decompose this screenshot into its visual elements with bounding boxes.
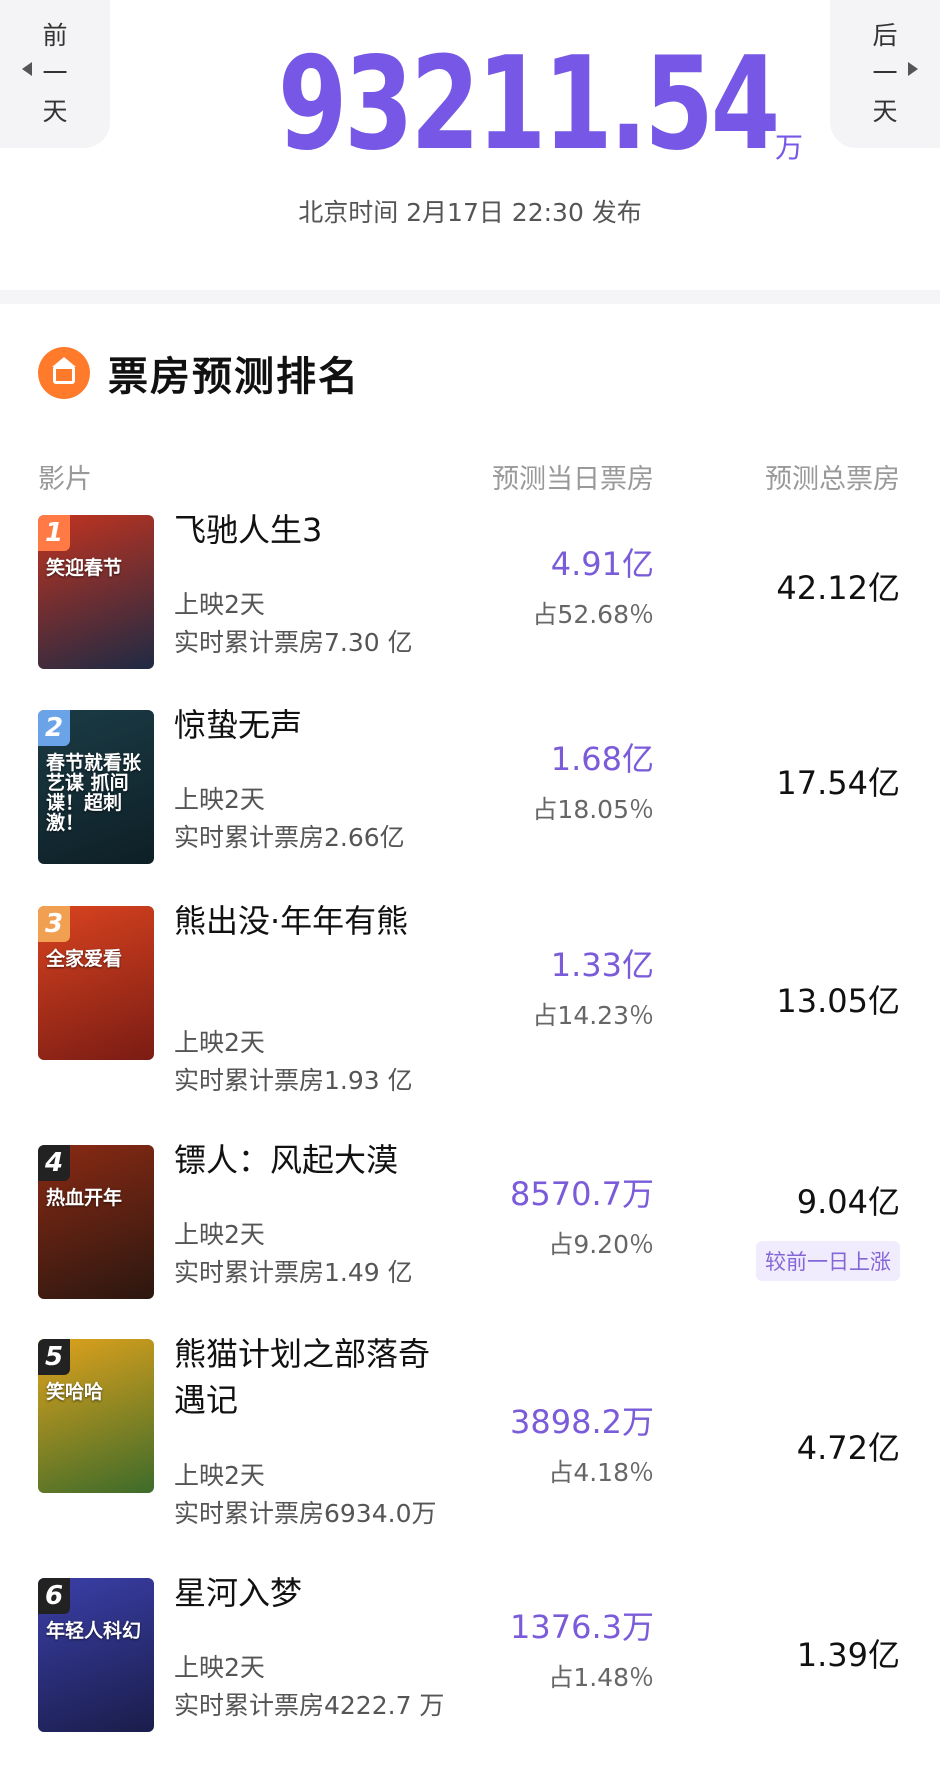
rank-badge: 3 [38,906,70,942]
predicted-day-box: 1.33亿占14.23％ [532,940,654,1032]
rise-badge: 较前一日上涨 [756,1241,900,1281]
poster-caption: 年轻人科幻 [46,1620,142,1642]
market-share: 占14.23％ [532,1001,654,1030]
day-box-office-value: 1.68亿 [550,740,654,778]
release-days: 上映2天 [174,1653,265,1682]
release-days: 上映2天 [174,590,265,619]
total-value: 93211.54 [277,30,780,179]
predicted-total-value: 4.72亿 [796,1429,900,1467]
movie-row[interactable]: 全家爱看 3 熊出没·年年有熊 上映2天 实时累计票房1.93 亿 1.33亿 占14.23… [0,902,940,1095]
day-box-office-value: 3898.2万 [510,1403,654,1441]
cumulative-box-office: 实时累计票房2.66亿 [174,823,405,852]
predicted-day-box: 1.68亿占18.05％ [532,734,654,826]
rank-badge: 6 [38,1578,70,1614]
market-share: 占18.05％ [532,795,654,824]
header: 前 一 天 93211.54万 北京时间 2月17日 22:30 发布 后 一 … [0,0,940,290]
cumulative-box-office: 实时累计票房4222.7 万 [174,1691,445,1720]
movie-poster[interactable]: 全家爱看 3 [38,906,154,1060]
movie-title[interactable]: 熊猫计划之部落奇遇记 [174,1331,434,1423]
poster-caption: 热血开年 [46,1187,123,1209]
rank-badge: 5 [38,1339,70,1375]
cumulative-box-office: 实时累计票房1.93 亿 [174,1066,413,1095]
release-days: 上映2天 [174,1220,265,1249]
cumulative-box-office: 实时累计票房1.49 亿 [174,1258,413,1287]
movie-row[interactable]: 热血开年 4 镖人：风起大漠 上映2天 实时累计票房1.49 亿 8570.7万 占9.20… [0,1141,940,1315]
predicted-total-value: 9.04亿 [796,1183,900,1221]
total-unit: 万 [775,131,804,164]
column-header-total-box-office: 预测总票房 [765,464,900,495]
column-header-movie: 影片 [38,464,92,495]
predicted-total-value: 42.12亿 [776,569,900,607]
day-box-office-value: 8570.7万 [510,1175,654,1213]
predicted-total-value: 1.39亿 [796,1636,900,1674]
poster-caption: 笑迎春节 [46,557,123,579]
column-header-day-box-office: 预测当日票房 [492,464,654,495]
day-box-office-value: 4.91亿 [550,545,654,583]
movie-poster[interactable]: 笑哈哈 5 [38,1339,154,1493]
next-day-button[interactable]: 后 一 天 [830,0,940,148]
release-days: 上映2天 [174,1461,265,1490]
section-divider [0,290,940,304]
predicted-day-box: 1376.3万占1.48％ [510,1602,654,1694]
release-days: 上映2天 [174,785,265,814]
movie-row[interactable]: 年轻人科幻 6 星河入梦 上映2天 实时累计票房4222.7 万 1376.3万 占1.48… [0,1574,940,1748]
movie-poster[interactable]: 年轻人科幻 6 [38,1578,154,1732]
release-days: 上映2天 [174,1028,265,1057]
ranking-header: 票房预测排名 [38,344,360,402]
rank-badge: 1 [38,515,70,551]
predicted-day-box: 4.91亿占52.68％ [532,539,654,631]
market-share: 占1.48％ [548,1663,654,1692]
next-day-label: 后 一 天 [872,21,898,126]
cumulative-box-office: 实时累计票房7.30 亿 [174,628,413,657]
movie-row[interactable]: 春节就看张艺谋 抓间谍！超刺激！ 2 惊蛰无声 上映2天 实时累计票房2.66亿 1.68… [0,706,940,880]
poster-caption: 春节就看张艺谋 抓间谍！超刺激！ [46,752,142,834]
movie-row[interactable]: 笑迎春节 1 飞驰人生3 上映2天 实时累计票房7.30 亿 4.91亿 占52.68％ 42… [0,511,940,685]
day-box-office-value: 1.33亿 [550,946,654,984]
publish-info: 北京时间 2月17日 22:30 发布 [298,198,642,227]
movie-row[interactable]: 笑哈哈 5 熊猫计划之部落奇遇记 上映2天 实时累计票房6934.0万 3898.2万 占4… [0,1335,940,1528]
chevron-right-icon [908,62,918,76]
poster-caption: 全家爱看 [46,948,123,970]
market-share: 占52.68％ [532,600,654,629]
market-share: 占9.20％ [548,1230,654,1259]
movie-poster[interactable]: 笑迎春节 1 [38,515,154,669]
movie-title[interactable]: 镖人：风起大漠 [174,1137,474,1183]
movie-title[interactable]: 惊蛰无声 [174,702,474,748]
market-share: 占4.18％ [548,1458,654,1487]
movie-title[interactable]: 熊出没·年年有熊 [174,898,434,944]
predicted-total-value: 13.05亿 [776,982,900,1020]
rank-badge: 4 [38,1145,70,1181]
predicted-day-box: 3898.2万占4.18％ [510,1397,654,1489]
rank-badge: 2 [38,710,70,746]
poster-caption: 笑哈哈 [46,1381,104,1403]
cinema-icon [38,347,90,399]
predicted-day-box: 8570.7万占9.20％ [510,1169,654,1261]
movie-title[interactable]: 飞驰人生3 [174,507,474,553]
day-box-office-value: 1376.3万 [510,1608,654,1646]
cumulative-box-office: 实时累计票房6934.0万 [174,1499,437,1528]
predicted-total-value: 17.54亿 [776,764,900,802]
movie-poster[interactable]: 春节就看张艺谋 抓间谍！超刺激！ 2 [38,710,154,864]
movie-title[interactable]: 星河入梦 [174,1570,474,1616]
movie-poster[interactable]: 热血开年 4 [38,1145,154,1299]
ranking-title: 票房预测排名 [108,354,360,400]
total-box-office: 93211.54万 [0,40,940,170]
